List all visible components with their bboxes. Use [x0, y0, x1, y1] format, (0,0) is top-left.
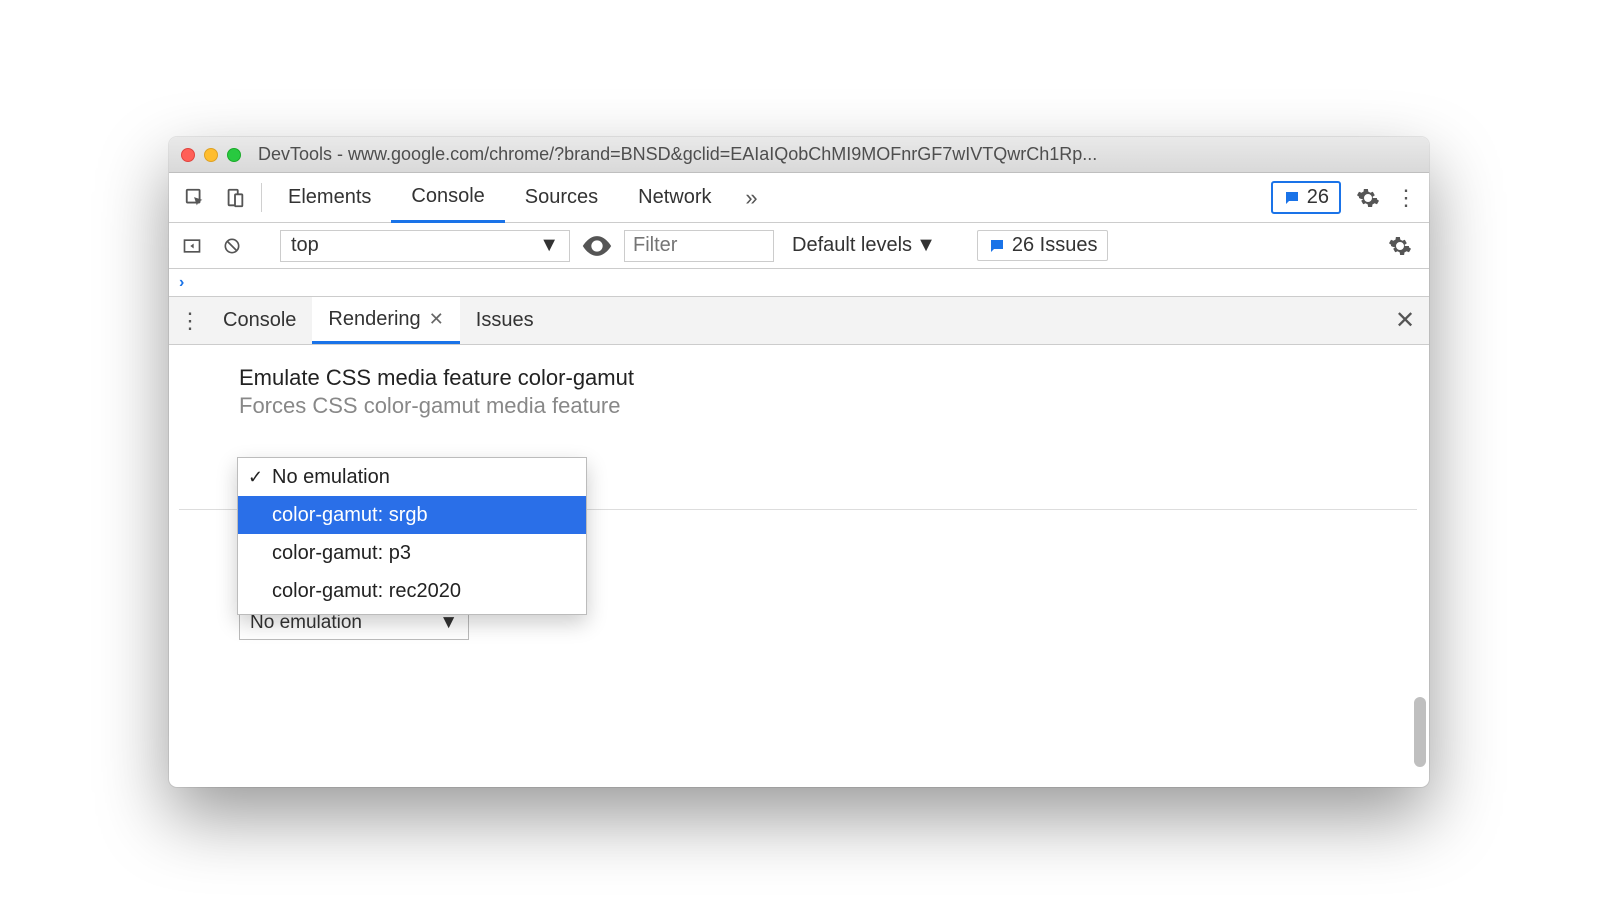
clear-console-button[interactable] — [217, 236, 247, 256]
drawer-tab-bar: ⋮ Console Rendering ✕ Issues ✕ — [169, 297, 1429, 345]
prompt-caret-icon: › — [179, 274, 184, 292]
issues-badge[interactable]: 26 — [1271, 181, 1341, 214]
section-description: Forces CSS color-gamut media feature — [239, 393, 1417, 419]
chevron-down-icon: ▼ — [916, 234, 936, 257]
drawer-tab-console[interactable]: Console — [207, 297, 312, 344]
console-toolbar: top ▼ Default levels ▼ 26 Issues — [169, 223, 1429, 269]
dropdown-option-no-emulation[interactable]: No emulation — [238, 458, 586, 496]
color-gamut-dropdown: No emulation color-gamut: srgb color-gam… — [237, 457, 587, 615]
issue-icon — [1283, 189, 1301, 207]
tab-sources[interactable]: Sources — [505, 173, 618, 222]
eye-icon — [580, 229, 614, 263]
main-menu-button[interactable]: ⋮ — [1389, 173, 1423, 222]
close-drawer-button[interactable]: ✕ — [1385, 297, 1425, 344]
tab-elements[interactable]: Elements — [268, 173, 391, 222]
console-prompt-row[interactable]: › — [169, 269, 1429, 297]
context-select[interactable]: top ▼ — [280, 230, 570, 262]
maximize-window-button[interactable] — [227, 148, 241, 162]
dropdown-option-p3[interactable]: color-gamut: p3 — [238, 534, 586, 572]
issues-label: 26 Issues — [1012, 234, 1098, 257]
window-title: DevTools - www.google.com/chrome/?brand=… — [258, 144, 1417, 165]
drawer-tab-label: Rendering — [328, 308, 420, 331]
live-expression-button[interactable] — [580, 229, 614, 263]
divider — [261, 183, 262, 212]
more-tabs-button[interactable]: » — [732, 173, 772, 222]
dropdown-option-rec2020[interactable]: color-gamut: rec2020 — [238, 572, 586, 610]
inspect-element-icon[interactable] — [175, 173, 215, 222]
chevron-down-icon: ▼ — [539, 234, 559, 257]
issues-link[interactable]: 26 Issues — [977, 230, 1109, 261]
device-toggle-icon[interactable] — [215, 173, 255, 222]
drawer-menu-button[interactable]: ⋮ — [173, 297, 207, 344]
tab-network[interactable]: Network — [618, 173, 731, 222]
rendering-panel: Emulate CSS media feature color-gamut Fo… — [169, 345, 1429, 787]
scrollbar-thumb[interactable] — [1414, 697, 1426, 767]
log-levels-select[interactable]: Default levels ▼ — [784, 234, 944, 257]
settings-button[interactable] — [1347, 173, 1389, 222]
dropdown-option-srgb[interactable]: color-gamut: srgb — [238, 496, 586, 534]
filter-input[interactable] — [624, 230, 774, 262]
gear-icon — [1388, 234, 1412, 258]
gear-icon — [1356, 186, 1380, 210]
main-tab-bar: Elements Console Sources Network » 26 ⋮ — [169, 173, 1429, 223]
tab-console[interactable]: Console — [391, 173, 504, 223]
issue-icon — [988, 237, 1006, 255]
chevron-down-icon: ▼ — [439, 612, 458, 634]
drawer-tab-label: Console — [223, 309, 296, 332]
issues-count: 26 — [1307, 186, 1329, 209]
devtools-window: DevTools - www.google.com/chrome/?brand=… — [169, 137, 1429, 787]
drawer-tab-rendering[interactable]: Rendering ✕ — [312, 297, 459, 344]
levels-label: Default levels — [792, 234, 912, 257]
console-settings-button[interactable] — [1379, 234, 1421, 258]
section-title: Emulate CSS media feature color-gamut — [239, 365, 1417, 391]
toggle-sidebar-button[interactable] — [177, 236, 207, 256]
titlebar: DevTools - www.google.com/chrome/?brand=… — [169, 137, 1429, 173]
minimize-window-button[interactable] — [204, 148, 218, 162]
drawer-tab-issues[interactable]: Issues — [460, 297, 550, 344]
drawer-tab-label: Issues — [476, 309, 534, 332]
close-tab-icon[interactable]: ✕ — [429, 309, 444, 330]
select-value: No emulation — [250, 612, 362, 634]
context-value: top — [291, 234, 319, 257]
close-window-button[interactable] — [181, 148, 195, 162]
